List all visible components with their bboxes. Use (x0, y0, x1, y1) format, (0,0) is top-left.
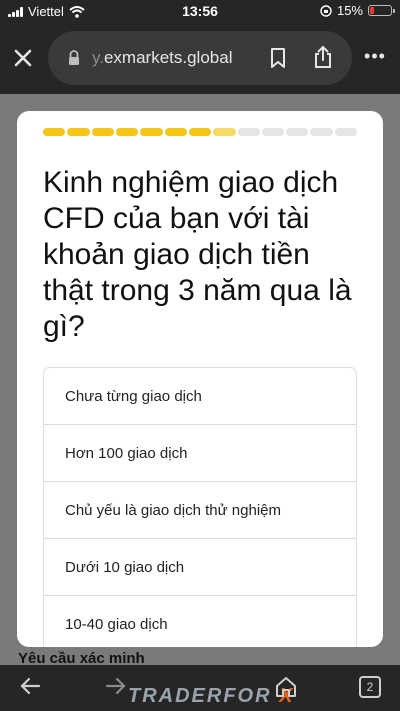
progress-segment (91, 128, 114, 136)
lock-icon (69, 50, 79, 65)
bookmark-icon[interactable] (267, 47, 289, 69)
progress-segment (67, 128, 90, 136)
progress-segment (334, 128, 358, 136)
battery-percent: 15% (336, 3, 363, 18)
answer-option[interactable]: Hơn 100 giao dịch (44, 425, 356, 482)
question-text: Kinh nghiệm giao dịch CFD của bạn với tà… (43, 166, 352, 343)
progress-segment (310, 128, 333, 136)
bottom-toolbar: TRADERFOR X 2 (0, 665, 400, 711)
progress-segment (115, 128, 139, 136)
home-icon[interactable] (274, 675, 298, 699)
questionnaire-modal: Kinh nghiệm giao dịch CFD của bạn với tà… (17, 111, 383, 647)
answer-options: Chưa từng giao dịch Hơn 100 giao dịch Ch… (43, 367, 357, 647)
status-right: 15% (320, 3, 395, 18)
tabs-button[interactable]: 2 (359, 676, 381, 698)
share-icon[interactable] (312, 45, 334, 69)
answer-option[interactable]: Chưa từng giao dịch (44, 368, 356, 425)
progress-segment (237, 128, 260, 136)
back-arrow-icon[interactable] (18, 675, 42, 697)
answer-option[interactable]: Chủ yếu là giao dịch thử nghiệm (44, 482, 356, 539)
progress-segment (43, 128, 66, 136)
progress-segment (213, 128, 236, 136)
browser-toolbar: y.exmarkets.global ••• (0, 22, 400, 94)
progress-segment (140, 128, 163, 136)
answer-option[interactable]: 10-40 giao dịch (44, 596, 356, 647)
close-icon (14, 49, 32, 67)
address-bar[interactable]: y.exmarkets.global (48, 31, 352, 85)
more-options-icon[interactable]: ••• (362, 46, 388, 70)
progress-segment (261, 128, 285, 136)
progress-bar (43, 128, 358, 136)
url-domain: exmarkets.global (103, 48, 233, 67)
watermark-logo: TRADERFOR X (128, 685, 295, 707)
battery-icon (368, 5, 395, 16)
progress-segment (188, 128, 212, 136)
answer-option[interactable]: Dưới 10 giao dịch (44, 539, 356, 596)
close-button[interactable] (9, 44, 37, 72)
orientation-lock-icon (320, 4, 332, 17)
url-faded: y. (92, 48, 104, 67)
progress-segment (164, 128, 187, 136)
progress-segment (286, 128, 309, 136)
url-text[interactable]: y.exmarkets.global (92, 48, 232, 68)
status-bar: Viettel 13:56 15% (0, 0, 400, 22)
forward-arrow-icon[interactable] (104, 675, 128, 697)
